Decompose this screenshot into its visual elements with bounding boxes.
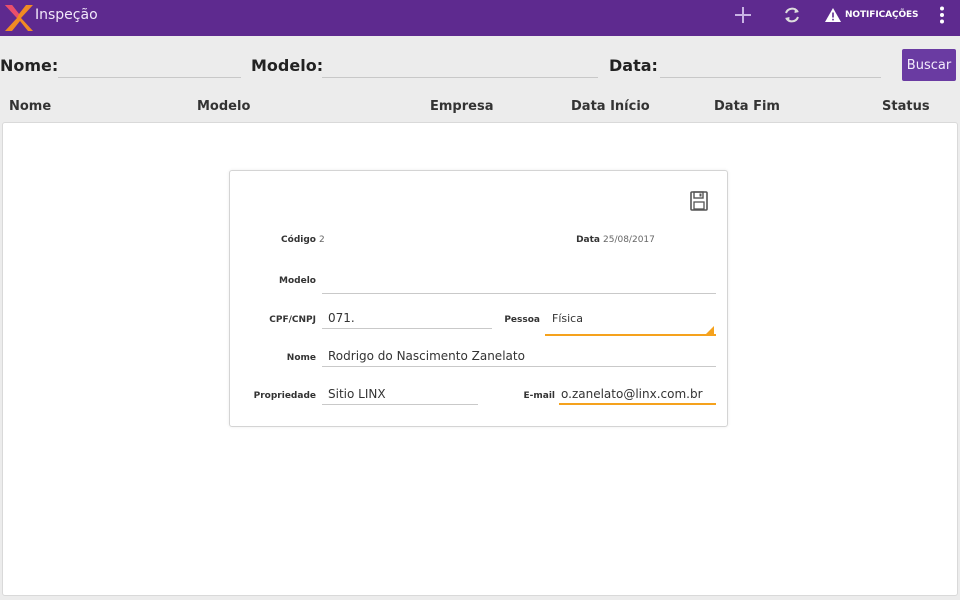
column-header-empresa[interactable]: Empresa <box>430 99 493 114</box>
cpf-cnpj-label: CPF/CNPJ <box>269 315 316 325</box>
modelo-label: Modelo <box>279 276 316 286</box>
propriedade-field[interactable] <box>322 384 478 405</box>
column-header-modelo[interactable]: Modelo <box>197 99 250 114</box>
data-label: Data <box>576 235 600 245</box>
inspection-form-card: Código 2 Data 25/08/2017 Modelo CPF/CNPJ… <box>229 170 728 427</box>
nome-filter-label: Nome: <box>0 56 59 75</box>
codigo-label: Código <box>281 235 316 245</box>
email-field[interactable] <box>559 384 716 405</box>
nome-field[interactable] <box>322 346 716 367</box>
app-logo-icon <box>5 5 33 31</box>
sync-icon <box>785 7 799 23</box>
data-filter-input[interactable] <box>660 56 881 78</box>
email-label: E-mail <box>523 391 555 401</box>
overflow-menu-button[interactable] <box>934 3 950 27</box>
dropdown-arrow-icon <box>706 326 714 334</box>
sync-button[interactable] <box>781 3 803 27</box>
notifications-button[interactable]: NOTIFICAÇÕES <box>824 3 920 27</box>
data-value: 25/08/2017 <box>603 235 655 245</box>
pessoa-selected-value: Física <box>552 312 583 325</box>
codigo-value: 2 <box>319 235 325 245</box>
nome-label: Nome <box>286 353 316 363</box>
column-header-status[interactable]: Status <box>882 99 930 114</box>
nome-filter-input[interactable] <box>58 56 241 78</box>
pessoa-label: Pessoa <box>504 315 540 325</box>
add-button[interactable] <box>732 3 754 27</box>
save-icon[interactable] <box>689 190 709 212</box>
app-bar: Inspeção NOTIFICAÇÕES <box>0 0 960 36</box>
plus-icon <box>735 7 751 23</box>
cpf-cnpj-field[interactable] <box>322 308 492 329</box>
data-filter-label: Data: <box>609 56 658 75</box>
warning-icon <box>825 8 841 22</box>
modelo-filter-label: Modelo: <box>251 56 324 75</box>
notifications-label: NOTIFICAÇÕES <box>845 10 919 20</box>
search-button[interactable]: Buscar <box>902 49 956 81</box>
modelo-filter-input[interactable] <box>322 56 598 78</box>
column-header-data-fim[interactable]: Data Fim <box>714 99 780 114</box>
column-header-nome[interactable]: Nome <box>9 99 51 114</box>
modelo-field[interactable] <box>322 273 716 294</box>
pessoa-select[interactable]: Física <box>545 308 716 336</box>
propriedade-label: Propriedade <box>253 391 316 401</box>
column-header-data-inicio[interactable]: Data Início <box>571 99 650 114</box>
app-title: Inspeção <box>35 7 98 23</box>
more-vert-icon <box>940 6 944 24</box>
